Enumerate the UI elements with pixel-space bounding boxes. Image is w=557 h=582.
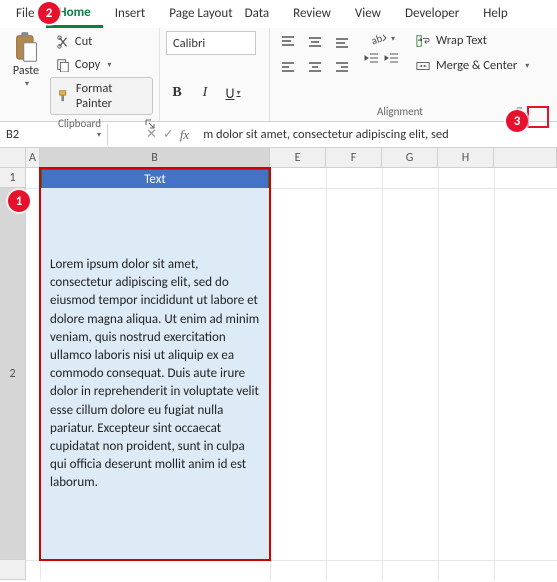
col-header-b[interactable]: B	[40, 148, 270, 168]
group-clipboard: Paste ▾ Cut Copy ▾	[0, 28, 160, 121]
svg-text:ab: ab	[418, 38, 423, 43]
bold-button[interactable]: B	[166, 83, 188, 103]
row-header-1[interactable]: 1	[0, 168, 26, 188]
cell-b1[interactable]: Text	[40, 168, 270, 188]
fx-icon[interactable]: fx	[180, 127, 189, 143]
paintbrush-icon	[57, 89, 71, 103]
italic-button[interactable]: I	[194, 83, 216, 103]
row-header-2[interactable]: 2	[0, 188, 26, 560]
wrap-text-button[interactable]: ab Wrap Text	[412, 31, 533, 50]
row-header-3[interactable]	[0, 560, 26, 580]
chevron-down-icon: ▾	[25, 79, 29, 89]
tab-insert[interactable]: Insert	[103, 1, 158, 26]
font-name-value: Calibri	[173, 36, 205, 51]
callout-1: 1	[8, 190, 30, 212]
col-header-e[interactable]: E	[270, 148, 326, 168]
align-right-button[interactable]	[330, 56, 354, 78]
align-bottom-button[interactable]	[330, 31, 354, 53]
font-name-combo[interactable]: Calibri	[166, 31, 256, 55]
format-painter-button[interactable]: Format Painter	[50, 77, 153, 115]
paste-label: Paste	[13, 64, 39, 78]
group-clipboard-label: Clipboard	[0, 115, 159, 133]
merge-icon	[416, 59, 430, 73]
ribbon-tabs: File Home Insert Page Layout Data Review…	[0, 0, 557, 28]
wrap-text-icon: ab	[416, 34, 430, 48]
align-middle-button[interactable]	[303, 31, 327, 53]
merge-center-label: Merge & Center	[436, 58, 517, 73]
paste-icon	[12, 31, 40, 63]
tab-developer[interactable]: Developer	[393, 1, 471, 26]
column-headers: A B E F G H	[0, 148, 557, 168]
col-header-h[interactable]: H	[438, 148, 494, 168]
enter-icon[interactable]: ✓	[163, 127, 174, 142]
scissors-icon	[56, 35, 70, 49]
cut-button[interactable]: Cut	[50, 31, 153, 52]
align-top-button[interactable]	[276, 31, 300, 53]
chevron-down-icon: ▾	[525, 61, 529, 71]
chevron-down-icon: ▾	[391, 34, 395, 44]
ribbon: Paste ▾ Cut Copy ▾	[0, 28, 557, 122]
wrap-text-label: Wrap Text	[436, 33, 487, 48]
tab-review[interactable]: Review	[281, 1, 343, 26]
paste-button[interactable]: Paste ▾	[6, 28, 46, 89]
copy-icon	[56, 58, 70, 72]
col-header-blank[interactable]	[494, 148, 557, 168]
tab-data[interactable]: Data	[245, 1, 282, 26]
tab-help[interactable]: Help	[471, 1, 519, 26]
group-font: Calibri B I U▾	[160, 28, 270, 121]
alignment-buttons	[276, 28, 354, 78]
copy-button[interactable]: Copy ▾	[50, 54, 153, 75]
underline-button[interactable]: U▾	[222, 83, 244, 103]
decrease-indent-button[interactable]	[364, 51, 380, 65]
align-left-button[interactable]	[276, 56, 300, 78]
callout-3: 3	[506, 110, 528, 132]
tab-page-layout[interactable]: Page Layout	[157, 1, 244, 26]
formula-bar[interactable]: m dolor sit amet, consectetur adipiscing…	[199, 127, 557, 142]
svg-text:ab: ab	[369, 32, 384, 47]
increase-indent-button[interactable]	[384, 51, 400, 65]
chevron-down-icon: ▾	[107, 60, 111, 70]
callout-2: 2	[38, 2, 60, 24]
chevron-down-icon: ▾	[236, 88, 240, 98]
group-alignment: ab▾ ab Wrap Text Merge & Center ▾ Al	[270, 28, 543, 121]
orientation-button[interactable]: ab ▾	[364, 31, 400, 47]
col-header-f[interactable]: F	[326, 148, 382, 168]
clipboard-dialog-launcher[interactable]	[143, 117, 157, 131]
copy-label: Copy	[75, 57, 100, 72]
col-header-a[interactable]: A	[26, 148, 40, 168]
merge-center-button[interactable]: Merge & Center ▾	[412, 56, 533, 75]
row-headers: 1 2	[0, 168, 26, 580]
select-all-corner[interactable]	[0, 148, 26, 168]
align-center-button[interactable]	[303, 56, 327, 78]
tab-view[interactable]: View	[343, 1, 393, 26]
group-font-label	[160, 116, 269, 121]
worksheet: A B E F G H 1 2 Text Lorem ipsum dolor s…	[0, 148, 557, 580]
col-header-g[interactable]: G	[382, 148, 438, 168]
cell-area[interactable]: Text Lorem ipsum dolor sit amet, consect…	[26, 168, 557, 580]
format-painter-label: Format Painter	[76, 81, 146, 111]
cut-label: Cut	[75, 34, 92, 49]
cell-b2[interactable]: Lorem ipsum dolor sit amet, consectetur …	[40, 188, 270, 560]
group-alignment-label: Alignment	[270, 103, 530, 121]
